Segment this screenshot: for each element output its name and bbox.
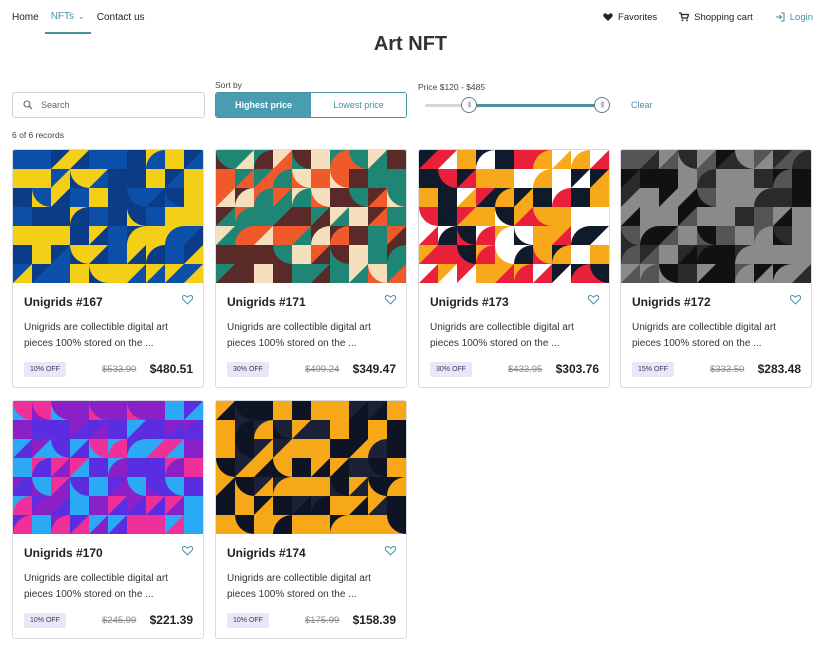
nft-description: Unigrids are collectible digital art pie… xyxy=(632,322,776,349)
login-link[interactable]: Login xyxy=(775,12,813,23)
nft-artwork-image[interactable] xyxy=(13,150,203,283)
original-price: $333.50 xyxy=(710,364,745,375)
discount-badge: 10% OFF xyxy=(24,362,66,377)
search-input[interactable] xyxy=(41,100,191,110)
nav-nfts[interactable]: NFTs ⌄ xyxy=(44,0,91,34)
nft-card[interactable]: Unigrids #167 Unigrids are collectible d… xyxy=(12,149,204,388)
heart-icon xyxy=(603,13,613,21)
discount-badge: 10% OFF xyxy=(227,613,269,628)
nft-name[interactable]: Unigrids #167 xyxy=(24,295,103,309)
nav-actions: Favorites Shopping cart Login xyxy=(603,0,813,34)
original-price: $433.95 xyxy=(508,364,543,375)
slider-fill xyxy=(469,104,602,107)
original-price: $175.99 xyxy=(305,615,340,626)
original-price: $499.24 xyxy=(305,364,340,375)
top-nav: Home NFTs ⌄ Contact us Favorites Shopping… xyxy=(0,0,821,34)
price-range-slider[interactable]: ||| ||| xyxy=(425,97,610,113)
sale-price: $349.47 xyxy=(352,362,396,376)
nft-artwork-image[interactable] xyxy=(419,150,609,283)
shopping-cart-link[interactable]: Shopping cart xyxy=(679,12,753,23)
favorites-label: Favorites xyxy=(618,11,658,23)
sale-price: $303.76 xyxy=(555,362,599,376)
heart-outline-icon[interactable] xyxy=(385,545,396,556)
nft-card[interactable]: Unigrids #173 Unigrids are collectible d… xyxy=(418,149,610,388)
clear-filters-link[interactable]: Clear xyxy=(631,100,653,110)
nft-card[interactable]: Unigrids #174 Unigrids are collectible d… xyxy=(215,400,407,639)
discount-badge: 10% OFF xyxy=(24,613,66,628)
login-label: Login xyxy=(789,11,813,23)
nft-artwork-image[interactable] xyxy=(13,401,203,534)
cart-label: Shopping cart xyxy=(694,11,753,23)
price-range-label: Price $120 - $485 xyxy=(418,82,486,92)
chevron-down-icon: ⌄ xyxy=(78,11,85,21)
slider-min-handle[interactable]: ||| xyxy=(461,97,477,113)
original-price: $533.90 xyxy=(102,364,137,375)
nft-description: Unigrids are collectible digital art pie… xyxy=(227,573,371,600)
original-price: $245.99 xyxy=(102,615,137,626)
nft-description: Unigrids are collectible digital art pie… xyxy=(430,322,574,349)
search-box[interactable] xyxy=(12,92,205,118)
discount-badge: 30% OFF xyxy=(430,362,472,377)
sale-price: $158.39 xyxy=(352,613,396,627)
nav-nfts-label: NFTs xyxy=(50,10,75,22)
login-icon xyxy=(775,12,785,22)
nft-name[interactable]: Unigrids #170 xyxy=(24,546,103,560)
records-count: 6 of 6 records xyxy=(12,130,64,140)
cart-icon xyxy=(679,12,690,22)
favorites-link[interactable]: Favorites xyxy=(603,12,657,23)
sort-highest-button[interactable]: Highest price xyxy=(216,93,311,117)
heart-outline-icon[interactable] xyxy=(182,294,193,305)
nft-description: Unigrids are collectible digital art pie… xyxy=(24,322,168,349)
slider-max-handle[interactable]: ||| xyxy=(594,97,610,113)
discount-badge: 15% OFF xyxy=(632,362,674,377)
sale-price: $283.48 xyxy=(757,362,801,376)
heart-outline-icon[interactable] xyxy=(385,294,396,305)
nav-links: Home NFTs ⌄ Contact us xyxy=(12,0,151,34)
heart-outline-icon[interactable] xyxy=(790,294,801,305)
nft-card[interactable]: Unigrids #172 Unigrids are collectible d… xyxy=(620,149,812,388)
nft-name[interactable]: Unigrids #171 xyxy=(227,295,306,309)
nft-artwork-image[interactable] xyxy=(216,401,406,534)
discount-badge: 30% OFF xyxy=(227,362,269,377)
nft-name[interactable]: Unigrids #173 xyxy=(430,295,509,309)
page-title: Art NFT xyxy=(373,33,448,55)
nft-name[interactable]: Unigrids #174 xyxy=(227,546,306,560)
nft-artwork-image[interactable] xyxy=(621,150,811,283)
sort-label: Sort by xyxy=(215,80,242,90)
sort-toggle: Highest price Lowest price xyxy=(215,92,407,118)
nav-home[interactable]: Home xyxy=(12,0,45,34)
nft-description: Unigrids are collectible digital art pie… xyxy=(227,322,371,349)
heart-outline-icon[interactable] xyxy=(182,545,193,556)
nft-description: Unigrids are collectible digital art pie… xyxy=(24,573,168,600)
nav-contact[interactable]: Contact us xyxy=(91,0,151,34)
nft-name[interactable]: Unigrids #172 xyxy=(632,295,711,309)
nft-artwork-image[interactable] xyxy=(216,150,406,283)
sale-price: $480.51 xyxy=(149,362,193,376)
sort-lowest-button[interactable]: Lowest price xyxy=(311,93,406,117)
heart-outline-icon[interactable] xyxy=(588,294,599,305)
sale-price: $221.39 xyxy=(149,613,193,627)
nft-card[interactable]: Unigrids #171 Unigrids are collectible d… xyxy=(215,149,407,388)
nft-card[interactable]: Unigrids #170 Unigrids are collectible d… xyxy=(12,400,204,639)
search-icon xyxy=(23,100,33,110)
